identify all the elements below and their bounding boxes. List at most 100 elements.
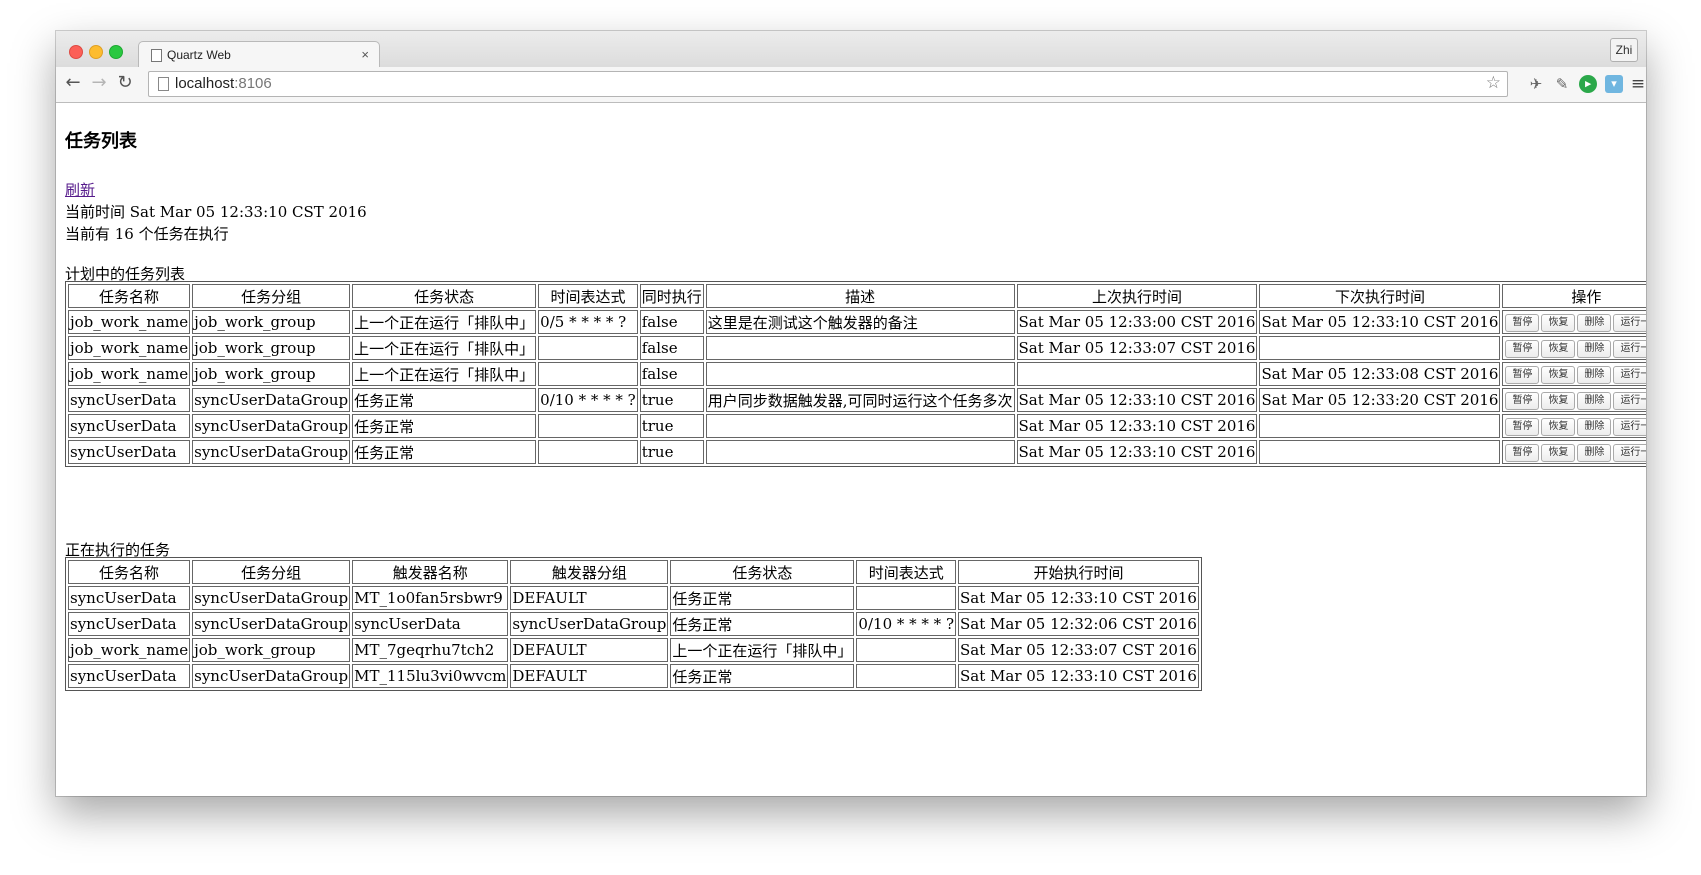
table-cell: true	[639, 414, 704, 438]
table-cell: 用户同步数据触发器,可同时运行这个任务多次	[705, 388, 1015, 412]
table-cell: Sat Mar 05 12:33:10 CST 2016	[1016, 414, 1258, 438]
table-cell: 0/10 * * * * ?	[856, 612, 956, 636]
running-count: 当前有 16 个任务在执行	[65, 225, 229, 243]
minimize-window-button[interactable]	[89, 45, 103, 59]
table-cell: 这里是在测试这个触发器的备注	[705, 310, 1015, 334]
title-bar: Quartz Web × Zhi	[56, 31, 1646, 69]
table-cell: 上一个正在运行「排队中」	[670, 638, 855, 662]
run-once-button[interactable]: 运行一次	[1613, 391, 1646, 410]
column-header: 同时执行	[639, 284, 704, 308]
table-cell: syncUserDataGroup	[192, 612, 351, 636]
reload-icon[interactable]: ↻	[114, 72, 136, 94]
table-cell: Sat Mar 05 12:33:10 CST 2016	[1016, 440, 1258, 464]
delete-button[interactable]: 删除	[1577, 391, 1612, 410]
table-cell: syncUserData	[68, 664, 191, 688]
column-header: 任务状态	[352, 284, 537, 308]
run-once-button[interactable]: 运行一次	[1613, 443, 1646, 462]
tab-close-icon[interactable]: ×	[361, 47, 369, 62]
table-cell	[538, 336, 638, 360]
run-once-button[interactable]: 运行一次	[1613, 339, 1646, 358]
delete-button[interactable]: 删除	[1577, 443, 1612, 462]
table-cell: 上一个正在运行「排队中」	[352, 362, 537, 386]
pocket-icon[interactable]: ▾	[1605, 75, 1623, 93]
table-cell	[705, 362, 1015, 386]
table-cell: Sat Mar 05 12:32:06 CST 2016	[958, 612, 1199, 636]
run-once-button[interactable]: 运行一次	[1613, 365, 1646, 384]
evernote-icon[interactable]: ✎	[1553, 75, 1571, 93]
table-row: syncUserData syncUserDataGroup syncUserDat…	[68, 612, 1199, 636]
actions-cell: 暂停恢复删除运行一次	[1502, 310, 1646, 334]
resume-button[interactable]: 恢复	[1541, 391, 1576, 410]
resume-button[interactable]: 恢复	[1541, 339, 1576, 358]
forward-icon[interactable]: →	[88, 72, 110, 94]
page-icon	[151, 49, 162, 62]
pin-icon[interactable]: ✈	[1527, 75, 1545, 93]
run-once-button[interactable]: 运行一次	[1613, 417, 1646, 436]
browser-tab[interactable]: Quartz Web ×	[138, 41, 380, 69]
resume-button[interactable]: 恢复	[1541, 313, 1576, 332]
column-header: 描述	[705, 284, 1015, 308]
pause-button[interactable]: 暂停	[1505, 365, 1540, 384]
column-header: 触发器名称	[352, 560, 509, 584]
maximize-window-button[interactable]	[109, 45, 123, 59]
resume-button[interactable]: 恢复	[1541, 443, 1576, 462]
address-bar[interactable]: localhost:8106 ☆	[148, 71, 1508, 97]
table-cell	[538, 414, 638, 438]
run-once-button[interactable]: 运行一次	[1613, 313, 1646, 332]
table-cell: syncUserDataGroup	[192, 414, 351, 438]
table-cell: MT_115lu3vi0wvcm	[352, 664, 509, 688]
star-icon[interactable]: ☆	[1486, 73, 1501, 93]
table-cell: DEFAULT	[510, 586, 669, 610]
table-cell: job_work_group	[192, 362, 351, 386]
table-cell: syncUserData	[68, 414, 191, 438]
resume-button[interactable]: 恢复	[1541, 417, 1576, 436]
pause-button[interactable]: 暂停	[1505, 391, 1540, 410]
pause-button[interactable]: 暂停	[1505, 339, 1540, 358]
column-header: 触发器分组	[510, 560, 669, 584]
delete-button[interactable]: 删除	[1577, 313, 1612, 332]
refresh-link[interactable]: 刷新	[65, 179, 95, 200]
table-cell: job_work_name	[68, 638, 191, 662]
pause-button[interactable]: 暂停	[1505, 443, 1540, 462]
menu-icon[interactable]: ≡	[1629, 75, 1646, 93]
table-cell	[856, 664, 956, 688]
pause-button[interactable]: 暂停	[1505, 313, 1540, 332]
table-cell: 任务正常	[670, 586, 855, 610]
actions-cell: 暂停恢复删除运行一次	[1502, 388, 1646, 412]
table-cell: 0/10 * * * * ?	[538, 388, 638, 412]
column-header: 任务状态	[670, 560, 855, 584]
table-cell: syncUserDataGroup	[192, 586, 351, 610]
table-cell: true	[639, 388, 704, 412]
browser-toolbar: ← → ↻ localhost:8106 ☆ ✈ ✎ ▸ ▾ ≡	[56, 67, 1646, 103]
delete-button[interactable]: 删除	[1577, 339, 1612, 358]
table-cell: job_work_group	[192, 310, 351, 334]
resume-button[interactable]: 恢复	[1541, 365, 1576, 384]
table-row: job_work_name job_work_group 上一个正在运行「排队中」 f…	[68, 336, 1646, 360]
delete-button[interactable]: 删除	[1577, 417, 1612, 436]
table-cell: 任务正常	[352, 414, 537, 438]
table-row: syncUserData syncUserDataGroup 任务正常 true Sat…	[68, 414, 1646, 438]
extension-icon[interactable]: ▸	[1579, 75, 1597, 93]
column-header: 时间表达式	[856, 560, 956, 584]
table-cell: syncUserData	[68, 586, 191, 610]
table-row: syncUserData syncUserDataGroup 任务正常 0/10 * …	[68, 388, 1646, 412]
planned-table: 任务名称 任务分组 任务状态 时间表达式 同时执行 描述 上次执行时间 下次执行时间 操作 jo…	[65, 281, 1646, 467]
page-icon	[158, 77, 169, 91]
column-header: 任务名称	[68, 284, 191, 308]
delete-button[interactable]: 删除	[1577, 365, 1612, 384]
page-title: 任务列表	[65, 131, 137, 152]
pause-button[interactable]: 暂停	[1505, 417, 1540, 436]
table-cell	[705, 414, 1015, 438]
column-header: 操作	[1502, 284, 1646, 308]
current-time: 当前时间 Sat Mar 05 12:33:10 CST 2016	[65, 203, 367, 221]
table-cell: syncUserData	[68, 612, 191, 636]
table-row: job_work_name job_work_group 上一个正在运行「排队中」 f…	[68, 362, 1646, 386]
profile-button[interactable]: Zhi	[1610, 38, 1638, 62]
table-cell	[538, 362, 638, 386]
table-cell	[856, 638, 956, 662]
table-cell: MT_1o0fan5rsbwr9	[352, 586, 509, 610]
column-header: 上次执行时间	[1016, 284, 1258, 308]
back-icon[interactable]: ←	[62, 72, 84, 94]
close-window-button[interactable]	[69, 45, 83, 59]
actions-cell: 暂停恢复删除运行一次	[1502, 336, 1646, 360]
